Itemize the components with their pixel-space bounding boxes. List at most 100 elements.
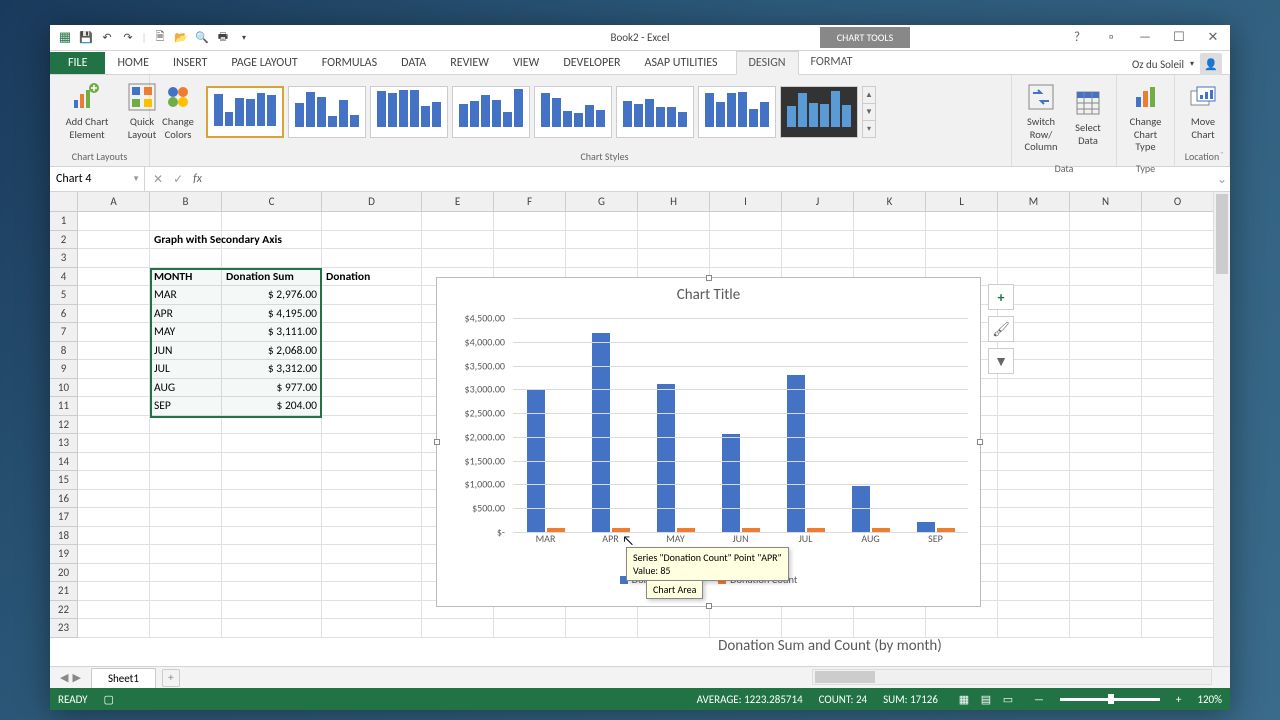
cell[interactable] — [998, 453, 1070, 472]
minimize-icon[interactable]: — — [1128, 25, 1162, 51]
cell[interactable] — [222, 416, 322, 435]
normal-view-icon[interactable]: ▦ — [954, 691, 974, 707]
cell[interactable] — [638, 619, 710, 638]
cell[interactable] — [322, 471, 422, 490]
cell[interactable] — [1070, 286, 1142, 305]
cell[interactable] — [1142, 490, 1214, 509]
cell[interactable] — [926, 619, 998, 638]
collapse-ribbon-icon[interactable]: ˇ — [1220, 149, 1224, 162]
cell[interactable] — [1070, 471, 1142, 490]
column-header[interactable]: M — [998, 192, 1070, 212]
cell[interactable] — [1142, 397, 1214, 416]
cell[interactable] — [1070, 360, 1142, 379]
cell[interactable] — [710, 212, 782, 231]
row-header[interactable]: 14 — [50, 453, 78, 472]
cell[interactable] — [1070, 619, 1142, 638]
column-header[interactable]: O — [1142, 192, 1214, 212]
cell[interactable] — [710, 249, 782, 268]
cell[interactable] — [998, 249, 1070, 268]
cell[interactable] — [78, 249, 150, 268]
row-header[interactable]: 7 — [50, 323, 78, 342]
cell[interactable] — [322, 397, 422, 416]
cell[interactable] — [322, 545, 422, 564]
cell[interactable]: $ 4,195.00 — [222, 305, 322, 324]
cell[interactable] — [322, 360, 422, 379]
change-chart-type-button[interactable]: Change Chart Type — [1125, 79, 1166, 156]
user-area[interactable]: Oz du Soleil ▾ 👤 — [1132, 53, 1222, 75]
cell[interactable] — [1070, 231, 1142, 250]
cell[interactable] — [150, 416, 222, 435]
chart-style-tile[interactable] — [288, 86, 366, 138]
chart-handle[interactable] — [434, 439, 440, 445]
cell[interactable] — [78, 545, 150, 564]
tab-formulas[interactable]: FORMULAS — [310, 52, 389, 74]
cell[interactable] — [782, 249, 854, 268]
cell[interactable] — [222, 582, 322, 601]
name-box-input[interactable] — [56, 172, 116, 186]
zoom-in-button[interactable]: + — [1176, 693, 1181, 706]
cell[interactable]: JUL — [150, 360, 222, 379]
cell[interactable] — [998, 619, 1070, 638]
cell[interactable] — [1070, 564, 1142, 583]
chart-style-tile[interactable] — [616, 86, 694, 138]
cell[interactable] — [998, 212, 1070, 231]
cell[interactable] — [222, 564, 322, 583]
cell[interactable] — [1070, 601, 1142, 620]
cell[interactable] — [78, 323, 150, 342]
preview-icon[interactable]: 🔍 — [193, 29, 211, 47]
close-icon[interactable]: ✕ — [1196, 25, 1230, 51]
cell[interactable]: $ 977.00 — [222, 379, 322, 398]
chart-plot-area[interactable]: $-$500.00$1,000.00$1,500.00$2,000.00$2,5… — [449, 318, 968, 546]
cell[interactable] — [1142, 508, 1214, 527]
cell[interactable] — [1070, 490, 1142, 509]
qat-more-icon[interactable]: ▾ — [235, 29, 253, 47]
row-header[interactable]: 6 — [50, 305, 78, 324]
cell[interactable] — [78, 360, 150, 379]
row-header[interactable]: 17 — [50, 508, 78, 527]
cell[interactable] — [1070, 545, 1142, 564]
column-header[interactable]: K — [854, 192, 926, 212]
row-header[interactable]: 15 — [50, 471, 78, 490]
row-header[interactable]: 10 — [50, 379, 78, 398]
cell[interactable] — [78, 416, 150, 435]
cell[interactable] — [926, 249, 998, 268]
cell[interactable] — [78, 379, 150, 398]
move-chart-button[interactable]: Move Chart — [1183, 79, 1223, 143]
cell[interactable] — [494, 249, 566, 268]
name-box[interactable]: ▼ — [50, 167, 145, 191]
bar-group[interactable] — [578, 318, 643, 532]
cell[interactable] — [854, 249, 926, 268]
redo-icon[interactable]: ↷ — [119, 29, 137, 47]
cell[interactable] — [78, 471, 150, 490]
cell[interactable] — [1142, 268, 1214, 287]
cell[interactable] — [150, 490, 222, 509]
cell[interactable] — [322, 342, 422, 361]
add-chart-element-button[interactable]: Add Chart Element — [58, 79, 116, 143]
column-header[interactable]: E — [422, 192, 494, 212]
cell[interactable] — [322, 601, 422, 620]
cell[interactable] — [1070, 249, 1142, 268]
cell[interactable]: $ 3,111.00 — [222, 323, 322, 342]
worksheet-area[interactable]: ABCDEFGHIJKLMNO 12Graph with Secondary A… — [50, 192, 1230, 666]
cell[interactable] — [998, 601, 1070, 620]
cell[interactable] — [150, 453, 222, 472]
cell[interactable] — [78, 619, 150, 638]
chart-style-tile[interactable] — [534, 86, 612, 138]
chart-title[interactable]: Chart Title — [437, 278, 980, 304]
cell[interactable]: MAR — [150, 286, 222, 305]
cell[interactable] — [566, 212, 638, 231]
fx-icon[interactable]: fx — [193, 172, 202, 186]
cell[interactable] — [1142, 453, 1214, 472]
cell[interactable] — [78, 305, 150, 324]
macro-record-icon[interactable]: ▢ — [104, 693, 114, 706]
cell[interactable] — [926, 231, 998, 250]
zoom-level[interactable]: 120% — [1197, 693, 1222, 706]
open-icon[interactable]: 📂 — [172, 29, 190, 47]
cell[interactable] — [222, 471, 322, 490]
cell[interactable] — [150, 508, 222, 527]
cell[interactable] — [78, 286, 150, 305]
cell[interactable] — [1070, 397, 1142, 416]
column-header[interactable]: B — [150, 192, 222, 212]
tab-insert[interactable]: INSERT — [161, 52, 219, 74]
cell[interactable] — [1142, 342, 1214, 361]
